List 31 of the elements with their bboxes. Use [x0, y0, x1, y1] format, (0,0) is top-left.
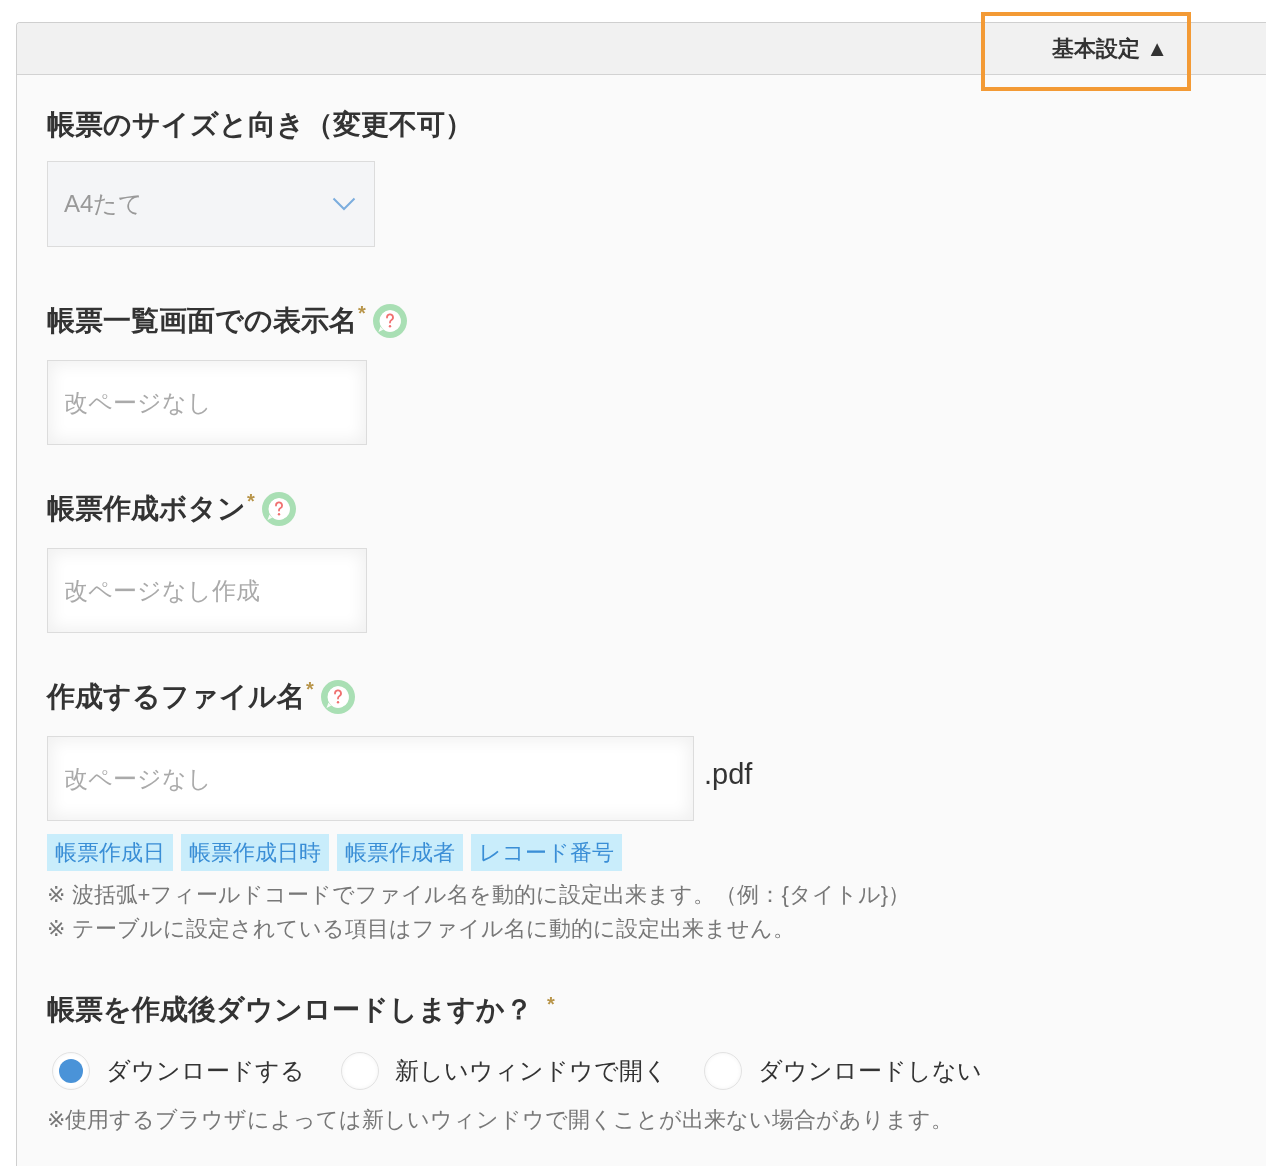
field-label: 帳票作成ボタン [47, 492, 246, 526]
input-field[interactable]: 改ページなし [47, 736, 694, 821]
required-mark: * [547, 994, 555, 1014]
field-tag[interactable]: 帳票作成者 [337, 834, 463, 871]
radio-label[interactable]: ダウンロードしない [758, 1055, 982, 1087]
help-icon[interactable] [260, 491, 297, 527]
field-tag[interactable]: レコード番号 [471, 834, 622, 871]
help-icon[interactable] [319, 679, 356, 715]
field-tag[interactable]: 帳票作成日時 [181, 834, 329, 871]
input-field[interactable]: 改ページなし [47, 360, 367, 445]
field-label: 作成するファイル名 [47, 680, 305, 714]
input-field[interactable]: 改ページなし作成 [47, 548, 367, 633]
required-mark: * [306, 679, 314, 699]
required-mark: * [358, 303, 366, 323]
help-note: ※ テーブルに設定されている項目はファイル名に動的に設定出来ません。 [47, 915, 796, 943]
field-tag[interactable]: 帳票作成日 [47, 834, 173, 871]
radio-label[interactable]: ダウンロードする [106, 1055, 305, 1087]
settings-toggle[interactable]: 基本設定 ▲ [1044, 29, 1176, 68]
radio-button[interactable] [341, 1052, 379, 1090]
required-mark: * [247, 491, 255, 511]
file-extension: .pdf [704, 758, 753, 791]
help-note: ※使用するブラウザによっては新しいウィンドウで開くことが出来ない場合があります。 [47, 1106, 955, 1134]
radio-button[interactable] [704, 1052, 742, 1090]
help-icon[interactable] [371, 303, 408, 339]
help-note: ※ 波括弧+フィールドコードでファイル名を動的に設定出来ます。（例：{タイトル}） [47, 881, 912, 909]
radio-label[interactable]: 新しいウィンドウで開く [395, 1055, 668, 1087]
radio-button[interactable] [52, 1052, 90, 1090]
field-label: 帳票を作成後ダウンロードしますか？ [47, 993, 533, 1027]
chevron-down-icon [332, 197, 356, 211]
field-label: 帳票一覧画面での表示名 [47, 304, 357, 338]
field-label: 帳票のサイズと向き（変更不可） [47, 108, 473, 142]
